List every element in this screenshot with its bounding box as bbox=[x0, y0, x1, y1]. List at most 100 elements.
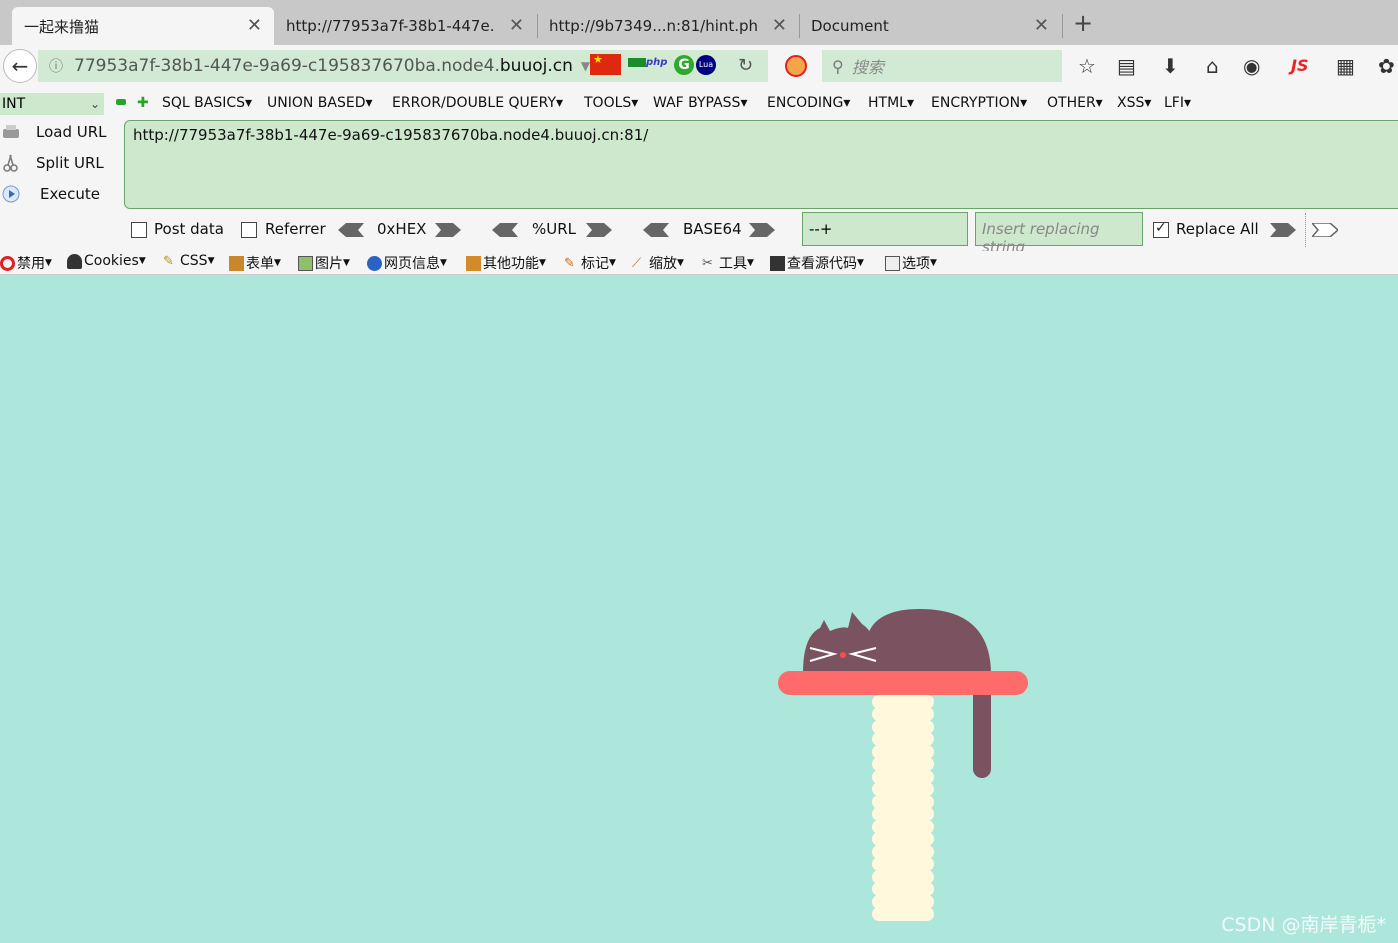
reload-icon[interactable]: ↻ bbox=[738, 55, 753, 76]
g-extension-icon[interactable]: G bbox=[674, 55, 694, 75]
menu-lfi[interactable]: LFI▾ bbox=[1164, 95, 1191, 111]
menu-encoding[interactable]: ENCODING▾ bbox=[767, 95, 850, 111]
menu-error-double-query[interactable]: ERROR/DOUBLE QUERY▾ bbox=[392, 95, 563, 111]
devbar-forms[interactable]: 表单 ▼ bbox=[229, 253, 281, 273]
plus-icon[interactable]: ✚ bbox=[137, 95, 149, 111]
url-prefix: 77953a7f-38b1-447e-9a69-c195837670ba.nod… bbox=[74, 56, 500, 76]
menu-sql-basics[interactable]: SQL BASICS▾ bbox=[162, 95, 252, 111]
devbar-css[interactable]: ✎ CSS ▼ bbox=[163, 253, 214, 269]
replace-back-arrow-icon[interactable] bbox=[1312, 223, 1338, 237]
lua-icon[interactable]: Lua bbox=[696, 55, 716, 75]
devbar-label: CSS bbox=[180, 253, 208, 269]
info-icon[interactable]: ⓘ bbox=[38, 56, 74, 76]
close-icon[interactable]: ✕ bbox=[247, 15, 262, 36]
search-icon: ⚲ bbox=[832, 56, 844, 76]
devbar-tools[interactable]: ✂ 工具 ▼ bbox=[702, 253, 754, 273]
replace-arrow-icon[interactable] bbox=[1270, 223, 1296, 237]
hex-encode-arrow-icon[interactable] bbox=[435, 223, 461, 237]
menu-other[interactable]: OTHER▾ bbox=[1047, 95, 1103, 111]
tab-document[interactable]: Document ✕ bbox=[799, 7, 1061, 45]
new-tab-button[interactable]: + bbox=[1073, 9, 1093, 37]
url-decode-arrow-icon[interactable] bbox=[492, 223, 518, 237]
globe-icon[interactable]: ◉ bbox=[1243, 54, 1260, 78]
menu-tools[interactable]: TOOLS▾ bbox=[584, 95, 638, 111]
execute-button[interactable]: Execute bbox=[0, 180, 120, 210]
base64-encode-arrow-icon[interactable] bbox=[749, 223, 775, 237]
cookie-user-icon bbox=[67, 253, 82, 269]
menu-html[interactable]: HTML▾ bbox=[868, 95, 914, 111]
pencil-icon: ✎ bbox=[564, 255, 575, 271]
referrer-checkbox[interactable] bbox=[241, 222, 257, 238]
type-select-value: INT bbox=[2, 96, 26, 112]
find-input[interactable]: --+ bbox=[802, 212, 968, 246]
devbar-view-source[interactable]: 查看源代码 ▼ bbox=[770, 253, 864, 273]
bookmark-star-icon[interactable]: ☆ bbox=[1078, 54, 1096, 78]
tab-cat[interactable]: 一起来撸猫 ✕ bbox=[12, 7, 274, 45]
replace-input[interactable]: Insert replacing string bbox=[975, 212, 1143, 256]
reading-list-icon[interactable]: ▤ bbox=[1117, 54, 1136, 78]
scissors-icon bbox=[3, 154, 18, 172]
base64-decode-arrow-icon[interactable] bbox=[643, 223, 669, 237]
devbar-label: 选项 bbox=[902, 256, 930, 272]
load-url-button[interactable]: Load URL bbox=[0, 118, 120, 148]
php-icon[interactable]: php bbox=[628, 57, 670, 73]
devbar-disable[interactable]: 禁用 ▼ bbox=[0, 253, 52, 273]
type-select[interactable]: INT ⌄ bbox=[0, 93, 104, 115]
page-content: CSDN @南岸青栀* bbox=[0, 276, 1398, 943]
close-icon[interactable]: ✕ bbox=[772, 15, 787, 36]
china-flag-icon[interactable] bbox=[590, 53, 621, 75]
back-button[interactable]: ← bbox=[3, 49, 37, 83]
noscript-icon[interactable] bbox=[785, 55, 807, 77]
tab-hint[interactable]: http://9b7349...n:81/hint.php ✕ bbox=[537, 7, 799, 45]
ruler-icon: ⟋ bbox=[632, 255, 642, 271]
menu-xss[interactable]: XSS▾ bbox=[1117, 95, 1151, 111]
devbar-cookies[interactable]: Cookies ▼ bbox=[67, 253, 146, 269]
info-icon bbox=[367, 255, 382, 271]
menu-waf-bypass[interactable]: WAF BYPASS▾ bbox=[653, 95, 747, 111]
hackbar-url-textarea[interactable]: http://77953a7f-38b1-447e-9a69-c19583767… bbox=[124, 120, 1398, 209]
split-url-button[interactable]: Split URL bbox=[0, 149, 120, 179]
devbar-resize[interactable]: ⟋ 缩放 ▼ bbox=[632, 253, 684, 273]
devbar-outline[interactable]: ✎ 标记 ▼ bbox=[564, 253, 616, 273]
close-icon[interactable]: ✕ bbox=[1034, 15, 1049, 36]
replace-all-checkbox[interactable] bbox=[1153, 220, 1169, 238]
download-icon[interactable]: ⬇ bbox=[1162, 54, 1179, 78]
post-data-label: Post data bbox=[154, 220, 224, 238]
devbar-options[interactable]: 选项 ▼ bbox=[885, 253, 937, 273]
js-icon[interactable]: JS bbox=[1291, 56, 1308, 75]
devbar-label: 工具 bbox=[719, 256, 747, 272]
hex-decode-arrow-icon[interactable] bbox=[338, 223, 364, 237]
scratching-post bbox=[872, 695, 934, 921]
search-input[interactable]: ⚲ 搜索 bbox=[822, 50, 1062, 82]
search-placeholder: 搜索 bbox=[851, 58, 884, 77]
tab-url-1[interactable]: http://77953a7f-38b1-447e... ✕ bbox=[274, 7, 536, 45]
back-arrow-icon: ← bbox=[11, 54, 29, 78]
devbar-images[interactable]: 图片 ▼ bbox=[298, 253, 350, 273]
minus-icon[interactable] bbox=[116, 99, 126, 105]
devbar-page-info[interactable]: 网页信息 ▼ bbox=[367, 253, 447, 273]
tab-separator bbox=[1062, 14, 1063, 38]
menu-union-based[interactable]: UNION BASED▾ bbox=[267, 95, 373, 111]
post-data-checkbox[interactable] bbox=[131, 222, 147, 238]
devbar-label: 网页信息 bbox=[384, 256, 440, 272]
referrer-label: Referrer bbox=[265, 220, 326, 238]
cat-bed bbox=[778, 671, 1028, 695]
sleeping-cat-illustration bbox=[778, 609, 1028, 921]
palette-icon[interactable]: ✿ bbox=[1378, 54, 1395, 78]
devbar-misc[interactable]: 其他功能 ▼ bbox=[466, 253, 546, 273]
url-encode-label: %URL bbox=[532, 220, 577, 238]
tab-title: http://77953a7f-38b1-447e... bbox=[286, 17, 496, 35]
disable-icon bbox=[0, 255, 15, 271]
chevron-down-icon[interactable]: ▼ bbox=[581, 59, 590, 73]
address-url: 77953a7f-38b1-447e-9a69-c195837670ba.nod… bbox=[74, 56, 573, 76]
home-icon[interactable]: ⌂ bbox=[1206, 54, 1219, 78]
image-icon bbox=[298, 255, 313, 271]
url-encode-arrow-icon[interactable] bbox=[586, 223, 612, 237]
devbar-label: 查看源代码 bbox=[787, 256, 857, 272]
csdn-watermark: CSDN @南岸青栀* bbox=[1221, 914, 1386, 936]
translate-icon[interactable]: ▦ bbox=[1336, 54, 1355, 78]
close-icon[interactable]: ✕ bbox=[509, 15, 524, 36]
menu-encryption[interactable]: ENCRYPTION▾ bbox=[931, 95, 1027, 111]
url-domain: buuoj.cn bbox=[499, 56, 573, 76]
load-url-label: Load URL bbox=[36, 123, 107, 141]
